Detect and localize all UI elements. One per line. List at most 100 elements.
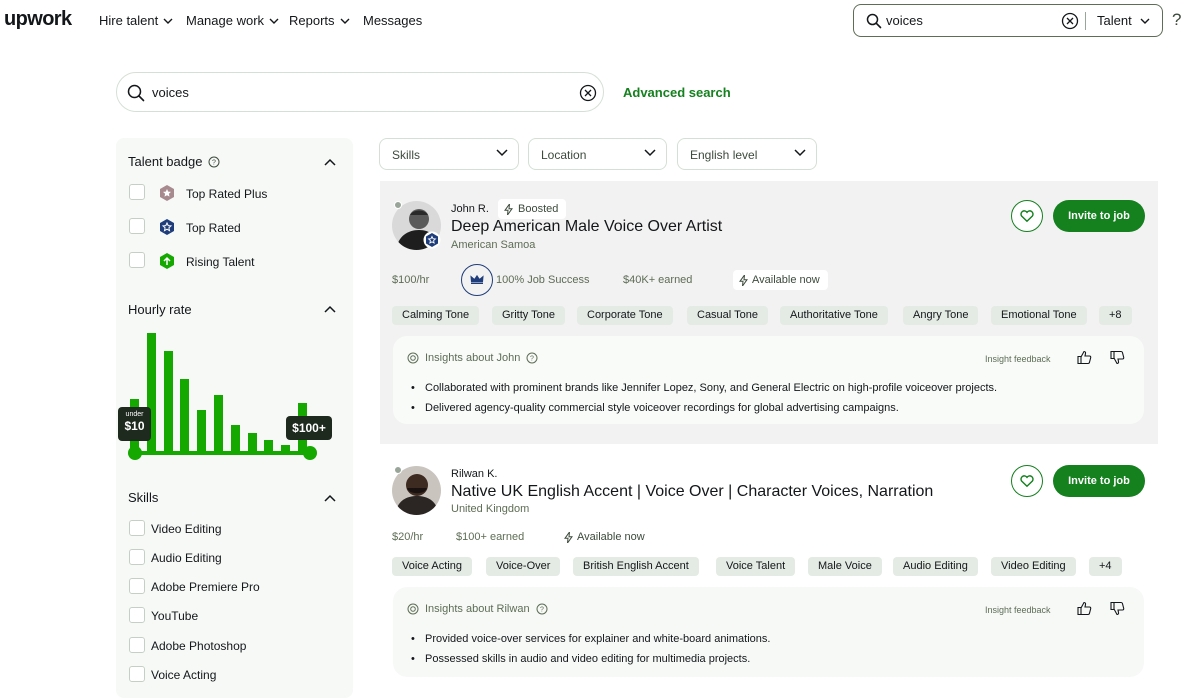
skills-header[interactable]: Skills bbox=[128, 490, 158, 505]
help-circle-icon[interactable]: ? bbox=[526, 352, 538, 364]
freelancer-name[interactable]: John R. bbox=[451, 203, 489, 215]
sparkle-icon bbox=[407, 352, 419, 364]
skill-tag[interactable]: Voice Talent bbox=[716, 557, 796, 576]
freelancer-title[interactable]: Native UK English Accent | Voice Over | … bbox=[451, 483, 933, 501]
skill-voice-acting-checkbox[interactable] bbox=[129, 666, 145, 682]
insight-bullet: Provided voice-over services for explain… bbox=[411, 633, 770, 645]
histogram-bar bbox=[230, 425, 240, 453]
skill-tag[interactable]: Voice Acting bbox=[392, 557, 472, 576]
nav-messages-label: Messages bbox=[363, 13, 423, 28]
hourly-rate-header[interactable]: Hourly rate bbox=[128, 302, 192, 317]
more-skills-tag[interactable]: +4 bbox=[1089, 557, 1122, 576]
nav-reports[interactable]: Reports bbox=[289, 13, 350, 28]
skill-tag[interactable]: Calming Tone bbox=[392, 306, 480, 325]
rising-talent-checkbox[interactable] bbox=[129, 252, 145, 268]
lightning-icon bbox=[739, 274, 748, 286]
save-favorite-button[interactable] bbox=[1011, 465, 1043, 497]
insights-title: Insights about Rilwan bbox=[425, 603, 530, 615]
thumbs-down-icon[interactable] bbox=[1110, 601, 1125, 616]
rate-slider-min-handle[interactable] bbox=[128, 446, 142, 460]
skill-tag[interactable]: Casual Tone bbox=[687, 306, 768, 325]
freelancer-name[interactable]: Rilwan K. bbox=[451, 468, 497, 480]
rate-slider-track[interactable] bbox=[133, 451, 311, 455]
skill-tag[interactable]: Corporate Tone bbox=[577, 306, 673, 325]
nav-manage-work[interactable]: Manage work bbox=[186, 13, 279, 28]
search-icon bbox=[866, 13, 882, 29]
top-rated-label: Top Rated bbox=[186, 221, 241, 235]
freelancer-card[interactable]: John R. Boosted Deep American Male Voice… bbox=[380, 181, 1158, 444]
chevron-down-icon bbox=[644, 149, 656, 157]
clear-search-icon[interactable] bbox=[1061, 12, 1079, 30]
skill-youtube-label: YouTube bbox=[151, 609, 199, 623]
freelancer-title[interactable]: Deep American Male Voice Over Artist bbox=[451, 218, 722, 236]
top-search-input[interactable] bbox=[886, 13, 1056, 28]
help-icon[interactable]: ? bbox=[1172, 10, 1181, 30]
skill-tag[interactable]: Emotional Tone bbox=[991, 306, 1087, 325]
skill-audio-editing-label: Audio Editing bbox=[151, 551, 222, 565]
boosted-label: Boosted bbox=[518, 203, 559, 215]
histogram-bar bbox=[197, 410, 207, 453]
nav-hire-talent[interactable]: Hire talent bbox=[99, 13, 173, 28]
talent-badge-header[interactable]: Talent badge ? bbox=[128, 154, 220, 169]
clear-search-icon[interactable] bbox=[579, 84, 597, 102]
save-favorite-button[interactable] bbox=[1011, 200, 1043, 232]
upwork-logo[interactable]: upwork bbox=[4, 8, 72, 31]
lightning-icon bbox=[504, 203, 513, 215]
top-rated-plus-checkbox[interactable] bbox=[129, 184, 145, 200]
search-icon bbox=[127, 84, 145, 102]
skill-tag[interactable]: Angry Tone bbox=[903, 306, 979, 325]
thumbs-down-icon[interactable] bbox=[1110, 350, 1125, 365]
insight-feedback-label: Insight feedback bbox=[985, 354, 1051, 364]
collapse-hourly-rate-icon[interactable] bbox=[324, 305, 336, 313]
insights-panel: Insights about Rilwan ? Insight feedback… bbox=[393, 587, 1144, 677]
collapse-talent-badge-icon[interactable] bbox=[324, 158, 336, 166]
rate-slider-max-handle[interactable] bbox=[303, 446, 317, 460]
advanced-search-link[interactable]: Advanced search bbox=[623, 85, 731, 100]
nav-messages[interactable]: Messages bbox=[363, 13, 422, 28]
availability-label: Available now bbox=[752, 274, 820, 286]
insight-bullet: Collaborated with prominent brands like … bbox=[411, 382, 997, 394]
skill-youtube-checkbox[interactable] bbox=[129, 607, 145, 623]
skills-filter-dropdown[interactable]: Skills bbox=[379, 138, 519, 170]
search-scope-dropdown[interactable]: Talent bbox=[1097, 13, 1150, 28]
chevron-down-icon bbox=[340, 18, 350, 24]
english-level-filter-dropdown[interactable]: English level bbox=[677, 138, 817, 170]
location-filter-dropdown[interactable]: Location bbox=[528, 138, 667, 170]
top-search-bar: Talent bbox=[853, 4, 1163, 37]
help-circle-icon[interactable]: ? bbox=[536, 603, 548, 615]
svg-text:?: ? bbox=[540, 607, 544, 614]
status-dot bbox=[394, 201, 402, 209]
skill-tag[interactable]: Audio Editing bbox=[893, 557, 978, 576]
max-rate-tooltip: $100+ bbox=[286, 416, 332, 440]
search-divider bbox=[1085, 12, 1086, 30]
skill-tag[interactable]: Video Editing bbox=[991, 557, 1076, 576]
more-skills-tag[interactable]: +8 bbox=[1099, 306, 1132, 325]
chevron-down-icon bbox=[794, 149, 806, 157]
top-rated-checkbox[interactable] bbox=[129, 218, 145, 234]
skill-tag[interactable]: Authoritative Tone bbox=[780, 306, 888, 325]
skill-adobe-premiere-checkbox[interactable] bbox=[129, 578, 145, 594]
skill-tag[interactable]: Male Voice bbox=[808, 557, 882, 576]
insight-feedback-label: Insight feedback bbox=[985, 605, 1051, 615]
skill-tag[interactable]: British English Accent bbox=[573, 557, 699, 576]
skill-tag[interactable]: Voice-Over bbox=[486, 557, 561, 576]
job-success-ring bbox=[461, 264, 493, 296]
skill-tag[interactable]: Gritty Tone bbox=[492, 306, 565, 325]
chevron-down-icon bbox=[496, 149, 508, 157]
help-circle-icon[interactable]: ? bbox=[208, 156, 220, 168]
thumbs-up-icon[interactable] bbox=[1077, 601, 1092, 616]
skills-title: Skills bbox=[128, 490, 159, 505]
skill-video-editing-checkbox[interactable] bbox=[129, 520, 145, 536]
freelancer-card[interactable]: Rilwan K. Native UK English Accent | Voi… bbox=[380, 451, 1158, 681]
invite-to-job-button[interactable]: Invite to job bbox=[1053, 465, 1145, 497]
insight-bullet: Possessed skills in audio and video edit… bbox=[411, 653, 750, 665]
thumbs-up-icon[interactable] bbox=[1077, 350, 1092, 365]
skill-adobe-photoshop-checkbox[interactable] bbox=[129, 637, 145, 653]
histogram-bar bbox=[214, 395, 223, 453]
main-search-input[interactable] bbox=[152, 85, 552, 100]
invite-to-job-button[interactable]: Invite to job bbox=[1053, 200, 1145, 232]
collapse-skills-icon[interactable] bbox=[324, 494, 336, 502]
talent-badge-title: Talent badge bbox=[128, 154, 203, 169]
total-earned: $40K+ earned bbox=[623, 274, 693, 286]
skill-audio-editing-checkbox[interactable] bbox=[129, 549, 145, 565]
